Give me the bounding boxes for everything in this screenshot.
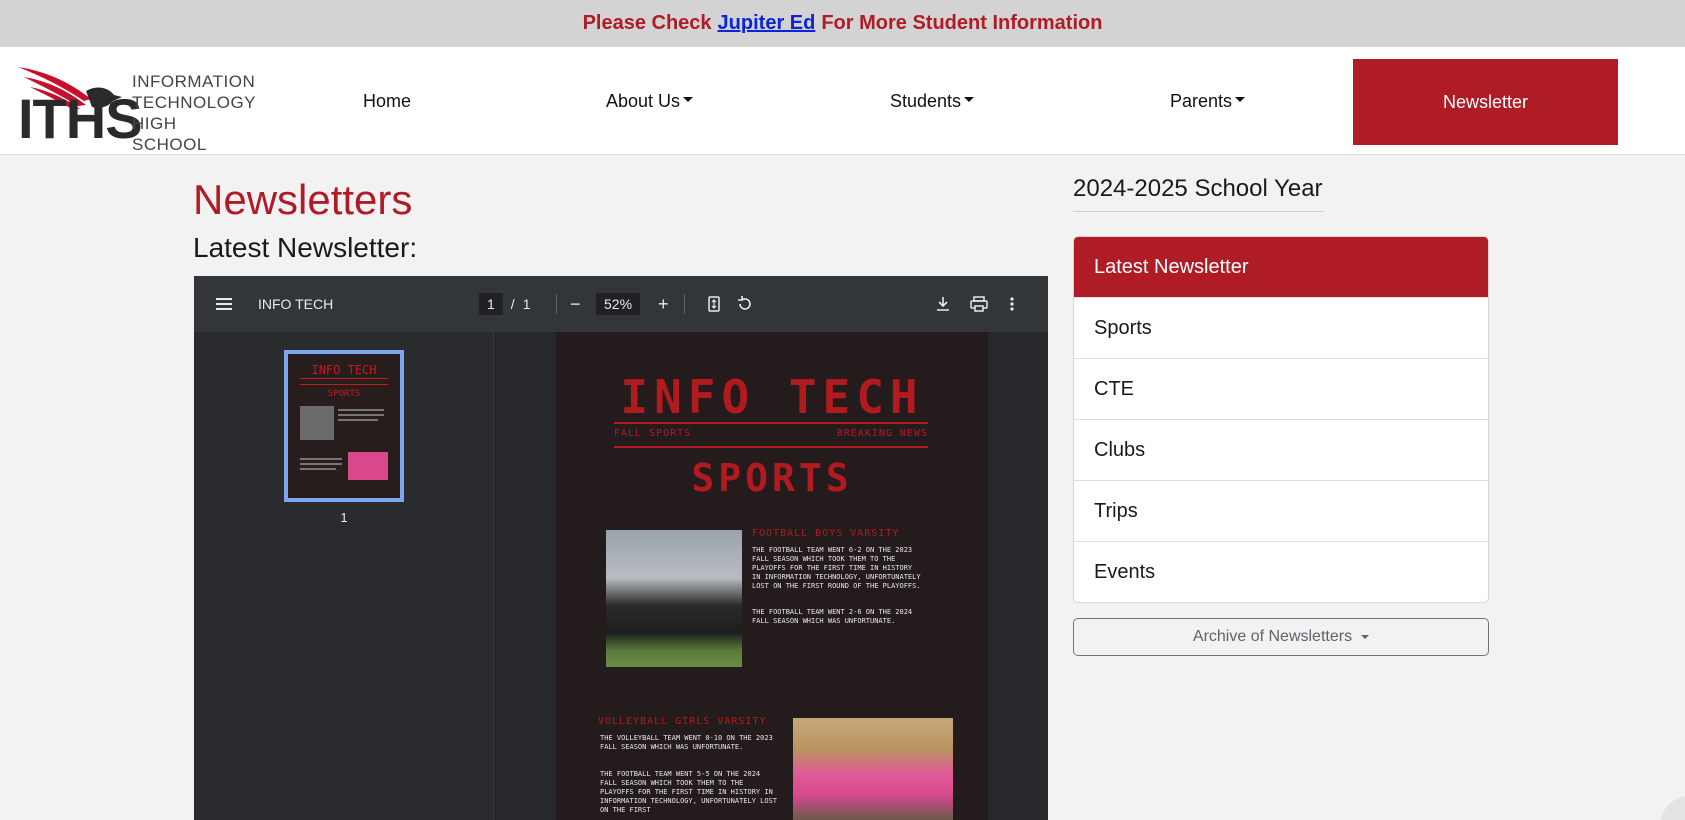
chevron-down-icon xyxy=(683,96,694,102)
list-item-trips[interactable]: Trips xyxy=(1074,480,1488,541)
pdf-viewer: INFO TECH 1 / 1 − 52% + INFO TECH SPORTS… xyxy=(194,276,1048,820)
zoom-level[interactable]: 52% xyxy=(596,293,641,315)
info-banner: Please Check Jupiter Ed For More Student… xyxy=(0,0,1685,47)
more-options-icon[interactable] xyxy=(1010,276,1014,332)
list-item-sports[interactable]: Sports xyxy=(1074,297,1488,358)
nav-students-label: Students xyxy=(890,90,962,111)
logo-line-3: HIGH SCHOOL xyxy=(132,114,207,154)
menu-icon[interactable] xyxy=(216,276,232,332)
nav-parents-label: Parents xyxy=(1170,90,1233,111)
football-paragraph-1: THE FOOTBALL TEAM WENT 6-2 ON THE 2023 F… xyxy=(752,546,921,590)
nav-home-label: Home xyxy=(363,90,412,111)
nav-parents[interactable]: Parents xyxy=(1170,47,1246,155)
thumbnail-page-number: 1 xyxy=(340,510,348,525)
school-year-heading: 2024-2025 School Year xyxy=(1073,175,1323,212)
pdf-toolbar: INFO TECH 1 / 1 − 52% + xyxy=(194,276,1048,332)
football-paragraph-2: THE FOOTBALL TEAM WENT 2-6 ON THE 2024 F… xyxy=(752,608,913,625)
masthead-rule xyxy=(614,422,928,424)
nav-about-us[interactable]: About Us xyxy=(606,47,694,155)
svg-text:INFO TECH: INFO TECH xyxy=(311,363,376,377)
list-item-events[interactable]: Events xyxy=(1074,541,1488,602)
page-total: 1 xyxy=(522,296,531,312)
print-icon[interactable] xyxy=(970,276,988,332)
pdf-page: INFO TECH FALL SPORTS BREAKING NEWS SPOR… xyxy=(556,332,988,820)
chevron-down-icon xyxy=(1361,635,1370,639)
chevron-down-icon xyxy=(1235,96,1246,102)
pdf-fall-sports-tag: FALL SPORTS xyxy=(614,428,692,439)
football-team-photo xyxy=(606,530,742,667)
zoom-out-icon[interactable]: − xyxy=(570,276,581,332)
list-item-cte[interactable]: CTE xyxy=(1074,358,1488,419)
toolbar-divider xyxy=(684,294,685,314)
logo-line-2: TECHNOLOGY xyxy=(132,93,257,112)
iths-logo[interactable]: ITHS INFORMATION TECHNOLOGY HIGH SCHOOL xyxy=(16,61,256,154)
nav-about-label: About Us xyxy=(606,90,681,111)
volleyball-paragraph-2: THE FOOTBALL TEAM WENT 5-5 ON THE 2024 F… xyxy=(600,770,778,814)
archive-dropdown-button[interactable]: Archive of Newsletters xyxy=(1073,618,1489,656)
latest-newsletter-heading: Latest Newsletter: xyxy=(193,232,418,263)
logo-school-name: INFORMATION TECHNOLOGY HIGH SCHOOL xyxy=(132,71,256,155)
fit-page-icon[interactable] xyxy=(708,276,720,332)
nav-students[interactable]: Students xyxy=(890,47,975,155)
pdf-section-title: SPORTS xyxy=(691,456,853,500)
page-title: Newsletters xyxy=(193,176,413,223)
logo-line-1: INFORMATION xyxy=(132,72,256,91)
banner-suffix: For More Student Information xyxy=(821,12,1103,34)
chevron-down-icon xyxy=(964,96,975,102)
volleyball-team-photo xyxy=(793,718,953,820)
pdf-doc-title: INFO TECH xyxy=(258,296,334,312)
pdf-masthead: INFO TECH xyxy=(620,370,924,424)
nav-newsletter-button[interactable]: Newsletter xyxy=(1353,59,1618,145)
nav-newsletter-label: Newsletter xyxy=(1442,91,1529,112)
volleyball-heading: VOLLEYBALL GIRLS VARSITY xyxy=(598,716,767,727)
football-heading: FOOTBALL BOYS VARSITY xyxy=(752,528,900,539)
svg-text:SPORTS: SPORTS xyxy=(328,389,361,399)
page-number-input[interactable]: 1 xyxy=(479,293,503,315)
pdf-document-area: INFO TECH FALL SPORTS BREAKING NEWS SPOR… xyxy=(494,332,1048,820)
jupiter-ed-link[interactable]: Jupiter Ed xyxy=(718,12,816,35)
list-item-latest-newsletter[interactable]: Latest Newsletter xyxy=(1074,237,1488,297)
logo-letters: ITHS xyxy=(18,87,143,150)
archive-label: Archive of Newsletters xyxy=(1192,628,1353,645)
newsletter-category-list: Latest Newsletter Sports CTE Clubs Trips… xyxy=(1073,236,1489,603)
page-separator: / xyxy=(510,296,515,312)
masthead-rule xyxy=(614,446,928,448)
banner-prefix: Please Check xyxy=(582,12,712,34)
corner-widget xyxy=(1660,796,1685,820)
thumbnail-sidebar: INFO TECH SPORTS 1 xyxy=(194,332,494,820)
list-item-clubs[interactable]: Clubs xyxy=(1074,419,1488,480)
rotate-icon[interactable] xyxy=(736,276,754,332)
site-header: ITHS INFORMATION TECHNOLOGY HIGH SCHOOL … xyxy=(0,47,1685,155)
pdf-breaking-news-tag: BREAKING NEWS xyxy=(836,428,928,439)
toolbar-divider xyxy=(556,294,557,314)
volleyball-paragraph-1: THE VOLLEYBALL TEAM WENT 0-10 ON THE 202… xyxy=(600,734,773,751)
download-icon[interactable] xyxy=(936,276,950,332)
page-thumbnail[interactable]: INFO TECH SPORTS xyxy=(284,350,404,502)
thumbnail-preview: INFO TECH SPORTS xyxy=(300,363,388,480)
nav-home[interactable]: Home xyxy=(363,47,411,155)
zoom-in-icon[interactable]: + xyxy=(658,276,669,332)
